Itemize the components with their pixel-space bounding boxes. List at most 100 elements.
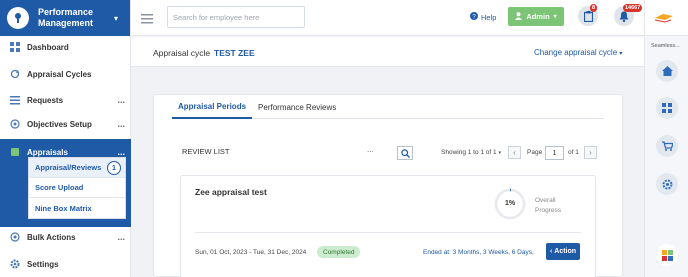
more-icon[interactable]: ... [117,232,125,242]
showing-text: Showing 1 to 1 of 1 [441,149,497,156]
progress-caption-line-1: Overall [535,197,556,204]
page-label: Page [527,149,543,156]
submenu-item-appraisal-reviews[interactable]: Appraisal/Reviews 1 [29,158,125,178]
home-icon [661,66,673,76]
ended-at-text: Ended at: 3 Months, 3 Weeks, 6 Days, [423,249,534,256]
sidebar-item-appraisal-cycles[interactable]: Appraisal Cycles [0,61,131,87]
sidebar-item-dashboard[interactable]: Dashboard [0,34,131,60]
pagination-showing[interactable]: Showing 1 to 1 of 1 ▾ [441,149,501,156]
cycle-label: Appraisal cycle [153,48,211,58]
action-button[interactable]: ‹ Action [546,243,580,260]
submenu-item-label: Nine Box Matrix [35,203,92,213]
sidebar-item-requests[interactable]: Requests ... [0,87,131,113]
brand-header[interactable]: Performance Management ▾ [0,0,130,36]
card-divider [195,232,581,233]
sidebar-item-label: Objectives Setup [27,119,92,129]
step-badge: 1 [107,161,121,175]
more-icon[interactable]: ... [117,147,125,157]
apps-button[interactable] [656,97,678,119]
rail-app-label: Seamless... [651,43,680,49]
sidebar-item-objectives-setup[interactable]: Objectives Setup ... [0,111,131,137]
search-button[interactable] [397,146,413,160]
cart-button[interactable] [656,135,678,157]
chevron-down-icon: ▾ [553,14,557,20]
chevron-down-icon[interactable]: ▾ [114,14,118,23]
refresh-icon [5,69,25,79]
more-icon[interactable]: ... [117,95,125,105]
page-number-input[interactable]: 1 [545,146,564,160]
change-cycle-dropdown[interactable]: Change appraisal cycle ▾ [534,48,622,57]
sidebar-item-label: Appraisals [27,147,68,157]
sidebar-item-label: Settings [27,259,59,269]
sidebar-item-bulk-actions[interactable]: Bulk Actions ... [0,224,131,250]
submenu-item-score-upload[interactable]: Score Upload [29,178,125,198]
submenu-item-nine-box-matrix[interactable]: Nine Box Matrix [29,198,125,218]
hamburger-icon[interactable] [141,11,153,29]
sidebar-item-label: Dashboard [27,42,69,52]
grid-icon [5,42,25,52]
progress-value: 1% [504,200,516,207]
tab-bar: Appraisal Periods Performance Reviews [172,95,604,119]
tab-performance-reviews[interactable]: Performance Reviews [252,95,342,119]
employee-search-input[interactable]: Search for employee here [167,6,305,28]
sidebar-item-settings[interactable]: Settings [0,251,131,277]
colorful-grid-icon [661,249,673,261]
sidebar-item-label: Bulk Actions [27,232,76,242]
appraisal-period-card: Zee appraisal test 1% Overall Progress S… [180,175,596,277]
admin-button[interactable]: Admin ▾ [508,7,564,26]
submenu-item-label: Appraisal/Reviews [35,163,102,172]
home-button[interactable] [656,60,678,82]
appraisals-submenu: Appraisal/Reviews 1 Score Upload Nine Bo… [28,157,126,219]
page-total: of 1 [568,149,579,156]
right-rail: Seamless... [644,0,688,277]
target-icon [5,119,25,129]
help-icon: ? [470,12,478,22]
progress-caption: Overall Progress [535,196,561,216]
clipboard-button[interactable]: 8 [578,4,598,26]
sidebar: Performance Management ▾ Dashboard Appra… [0,0,131,277]
chevron-left-icon: ‹ [549,248,553,255]
sidebar-item-label: Appraisal Cycles [27,69,92,79]
period-title[interactable]: Zee appraisal test [195,187,267,197]
cycle-name: TEST ZEE [214,48,255,58]
search-icon [400,148,410,158]
user-icon [515,11,523,22]
submenu-item-label: Score Upload [35,183,84,192]
clipboard-icon [583,10,593,22]
clipboard-badge: 8 [590,4,598,12]
bell-icon [619,11,629,22]
book-icon [5,147,25,157]
change-cycle-label: Change appraisal cycle [534,48,618,57]
grid-icon [662,103,672,113]
settings-button[interactable] [656,173,678,195]
action-label: Action [554,248,577,255]
help-link[interactable]: ? Help [470,12,496,22]
sidebar-item-label: Requests [27,95,64,105]
appraisal-cycle-bar: Appraisal cycle TEST ZEE Change appraisa… [131,37,644,67]
gear-icon [662,179,672,189]
status-badge: Completed [317,246,361,258]
admin-label: Admin [526,12,550,21]
notifications-button[interactable]: 14667 [614,4,643,26]
more-icon[interactable]: ... [367,145,374,154]
notifications-badge: 14667 [623,4,643,12]
chevron-down-icon: ▾ [498,150,501,156]
tab-appraisal-periods[interactable]: Appraisal Periods [172,95,253,119]
cart-icon [661,141,673,151]
chevron-down-icon: ▾ [619,51,623,57]
more-icon[interactable]: ... [117,119,125,129]
progress-caption-line-2: Progress [535,207,562,214]
app-launcher-button[interactable] [656,244,678,266]
gear-icon [5,259,25,269]
list-icon [5,95,25,105]
next-page-button[interactable]: › [584,146,597,159]
app-logo [7,7,29,29]
search-placeholder: Search for employee here [173,12,260,22]
app-title: Performance Management [38,7,94,28]
prev-page-button[interactable]: ‹ [508,146,521,159]
help-label: Help [481,12,497,22]
target-icon [5,232,25,242]
main-panel: Appraisal Periods Performance Reviews RE… [153,94,623,277]
seamless-logo [654,14,673,23]
topbar: Search for employee here ? Help Admin ▾ … [131,0,644,36]
